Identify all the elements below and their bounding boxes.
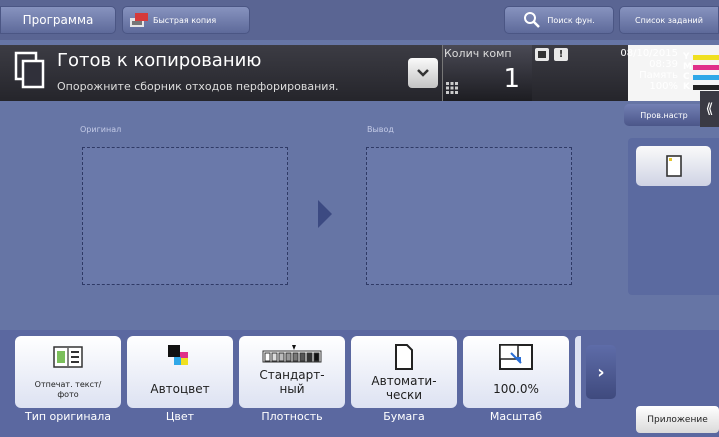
original-type-value: Отпечат. текст/фото — [34, 380, 102, 399]
paper-button[interactable]: Автомати-чески — [351, 336, 457, 408]
job-icon — [535, 48, 549, 61]
output-label: Вывод — [367, 125, 394, 134]
zoom-button[interactable]: 100.0% — [463, 336, 569, 408]
original-type-button[interactable]: Отпечат. текст/фото — [15, 336, 121, 408]
check-settings-button[interactable]: Пров.настр — [624, 104, 704, 126]
color-caption: Цвет — [165, 410, 195, 423]
next-function-edge — [575, 336, 581, 408]
density-caption: Плотность — [261, 410, 323, 423]
density-icon — [262, 345, 322, 363]
toner-m-label: M — [683, 62, 692, 72]
zoom-caption: Масштаб — [489, 410, 543, 423]
message-dropdown-button[interactable] — [408, 58, 438, 88]
status-message: Опорожните сборник отходов перфорировани… — [57, 80, 339, 93]
paper-tray-button[interactable] — [636, 146, 711, 186]
toner-m-bar — [693, 65, 719, 70]
zoom-icon — [499, 344, 533, 370]
search-function-label: Поиск фун. — [547, 15, 595, 25]
toner-y-label: Y — [683, 52, 690, 62]
color-value: Автоцвет — [150, 382, 210, 396]
date-time: 08/10/2015 08:39 Память 100% — [600, 48, 678, 92]
paper-value: Автомати-чески — [371, 374, 437, 402]
zoom-value: 100.0% — [493, 382, 539, 396]
chevron-right-icon: › — [597, 361, 605, 383]
paper-icon — [395, 344, 413, 370]
application-button[interactable]: Приложение — [636, 406, 719, 433]
paper-caption: Бумага — [383, 410, 425, 423]
copy-documents-icon — [14, 51, 45, 89]
copy-quantity-label: Колич комп — [444, 47, 512, 60]
toner-y-bar — [693, 55, 719, 60]
program-button[interactable]: Программа — [0, 6, 116, 34]
toner-c-bar — [693, 75, 719, 80]
arrow-right-icon — [318, 200, 332, 228]
application-label: Приложение — [647, 414, 708, 425]
keypad-icon — [446, 82, 458, 94]
quick-copy-label: Быстрая копия — [153, 15, 217, 25]
color-icon — [168, 345, 188, 365]
job-list-button[interactable]: Список заданий — [619, 6, 719, 34]
original-label: Оригинал — [80, 125, 122, 134]
density-value: Стандарт-ный — [259, 368, 325, 396]
original-type-caption: Тип оригинала — [24, 410, 112, 423]
toner-c-label: C — [683, 72, 690, 82]
memory-value: 100% — [649, 81, 678, 92]
copy-quantity-value: 1 — [503, 64, 520, 94]
program-label: Программа — [22, 13, 94, 27]
chevron-down-icon — [417, 69, 429, 77]
toner-k-label: K — [683, 82, 690, 92]
double-chevron-left-icon: ⟪ — [705, 101, 714, 117]
memory-label: Память — [639, 70, 678, 81]
status-title: Готов к копированию — [57, 50, 262, 71]
function-next-button[interactable]: › — [586, 345, 616, 399]
warning-icon: ! — [554, 48, 568, 61]
job-list-label: Список заданий — [635, 15, 703, 25]
collapse-panel-button[interactable]: ⟪ — [700, 91, 719, 127]
search-function-button[interactable]: Поиск фун. — [504, 6, 614, 34]
density-button[interactable]: Стандарт-ный — [239, 336, 345, 408]
text-photo-icon — [53, 346, 83, 368]
output-preview — [366, 147, 572, 285]
color-button[interactable]: Автоцвет — [127, 336, 233, 408]
search-icon — [524, 12, 541, 28]
paper-sheet-icon — [665, 155, 682, 177]
check-settings-label: Пров.настр — [640, 110, 688, 120]
quick-copy-button[interactable]: Быстрая копия — [122, 6, 250, 34]
toner-k-bar — [693, 85, 719, 90]
date-text: 08/10/2015 — [620, 48, 678, 59]
time-text: 08:39 — [649, 59, 678, 70]
quick-copy-icon — [130, 13, 148, 27]
original-preview — [82, 147, 288, 285]
